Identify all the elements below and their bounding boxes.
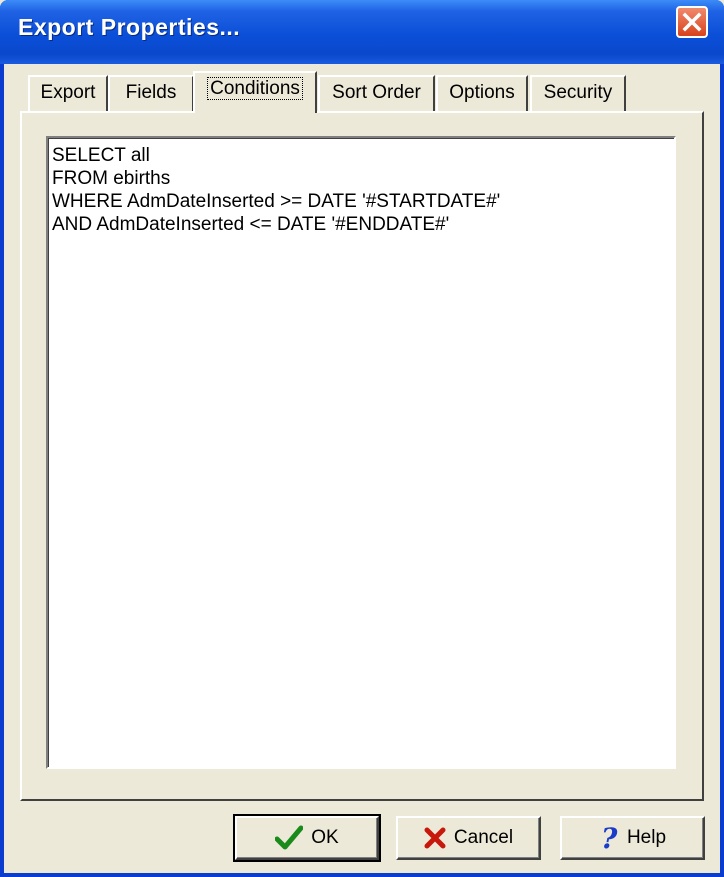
conditions-sql-editor[interactable]: SELECT all FROM ebirths WHERE AdmDateIns… (46, 136, 676, 769)
tab-export[interactable]: Export (28, 75, 108, 111)
tab-label: Fields (125, 82, 177, 103)
sql-line: FROM ebirths (52, 168, 171, 189)
tab-label: Conditions (207, 77, 303, 100)
checkmark-icon (275, 825, 304, 851)
tab-security[interactable]: Security (530, 75, 626, 111)
window-title: Export Properties... (18, 14, 241, 40)
question-mark-icon: ? (599, 824, 619, 852)
help-button-label: Help (626, 827, 667, 848)
close-icon (678, 8, 706, 36)
cancel-button[interactable]: Cancel (396, 816, 541, 860)
sql-line: WHERE AdmDateInserted >= DATE '#STARTDAT… (52, 191, 501, 212)
dialog-body: Export Fields Conditions Sort Order Opti… (4, 64, 720, 873)
tab-label: Options (449, 82, 515, 103)
x-icon (424, 827, 446, 849)
conditions-panel: SELECT all FROM ebirths WHERE AdmDateIns… (20, 111, 704, 801)
cancel-button-label: Cancel (453, 827, 514, 848)
ok-button[interactable]: OK (233, 814, 381, 862)
ok-button-label: OK (311, 827, 339, 848)
help-button[interactable]: ? Help (560, 816, 705, 860)
title-bar[interactable]: Export Properties... (0, 0, 724, 64)
tab-label: Sort Order (332, 82, 421, 103)
tab-conditions[interactable]: Conditions (193, 71, 317, 113)
svg-text:?: ? (601, 824, 618, 852)
tab-fields[interactable]: Fields (108, 75, 194, 111)
tab-sort-order[interactable]: Sort Order (318, 75, 435, 111)
tab-label: Export (40, 82, 96, 103)
sql-line: SELECT all (52, 145, 150, 166)
tab-label: Security (543, 82, 613, 103)
tab-options[interactable]: Options (436, 75, 528, 111)
export-properties-dialog: Export Properties... Export Fields Condi… (0, 0, 724, 877)
close-button[interactable] (676, 6, 708, 38)
sql-line: AND AdmDateInserted <= DATE '#ENDDATE#' (52, 214, 450, 235)
